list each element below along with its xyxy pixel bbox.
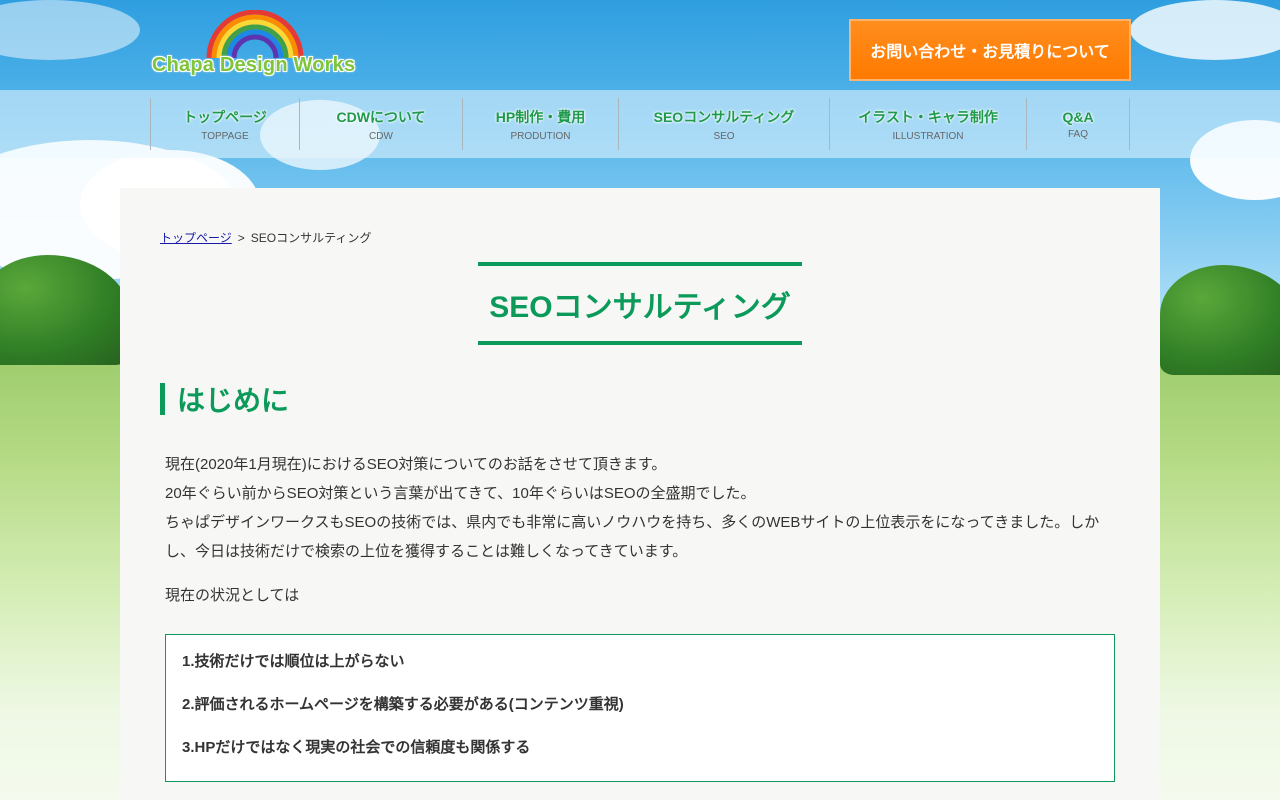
main-nav: トップページ TOPPAGE CDWについて CDW HP制作・費用 PRODU… — [150, 98, 1130, 150]
point-item: 2.評価されるホームページを構築する必要がある(コンテンツ重視) — [182, 696, 624, 713]
nav-item-sub: PRODUTION — [510, 130, 571, 142]
breadcrumb-current: SEOコンサルティング — [250, 231, 372, 245]
nav-item-cdw[interactable]: CDWについて CDW — [299, 98, 462, 150]
contact-estimate-button[interactable]: お問い合わせ・お見積りについて — [849, 19, 1131, 81]
nav-item-production[interactable]: HP制作・費用 PRODUTION — [462, 98, 618, 150]
nav-item-label: イラスト・キャラ制作 — [858, 108, 998, 125]
breadcrumb-home-link[interactable]: トップページ — [160, 231, 232, 245]
intro-line: 20年ぐらい前からSEO対策という言葉が出てきて、10年ぐらいはSEOの全盛期で… — [165, 485, 756, 502]
nav-item-sub: FAQ — [1067, 128, 1088, 140]
nav-item-label: Q&A — [1062, 108, 1094, 125]
point-item: 1.技術だけでは順位は上がらない — [182, 653, 405, 670]
points-box: 1.技術だけでは順位は上がらない 2.評価されるホームページを構築する必要がある… — [165, 634, 1115, 782]
rainbow-icon — [206, 10, 304, 59]
nav-item-label: SEOコンサルティング — [653, 108, 795, 125]
breadcrumb-separator: > — [237, 231, 245, 245]
section-heading: はじめに — [160, 383, 289, 416]
nav-item-sub: ILLUSTRATION — [892, 130, 964, 142]
nav-item-sub: CDW — [369, 130, 393, 142]
page-title: SEOコンサルティング — [489, 290, 791, 324]
breadcrumb: トップページ > SEOコンサルティング — [160, 229, 371, 246]
nav-item-toppage[interactable]: トップページ TOPPAGE — [150, 98, 299, 150]
intro-line: 現在(2020年1月現在)におけるSEO対策についてのお話をさせて頂きます。 — [165, 456, 667, 473]
nav-item-sub: TOPPAGE — [201, 130, 249, 142]
nav-item-faq[interactable]: Q&A FAQ — [1026, 98, 1130, 150]
nav-item-sub: SEO — [713, 130, 735, 142]
nav-item-label: トップページ — [183, 108, 267, 125]
intro-text: 現在(2020年1月現在)におけるSEO対策についてのお話をさせて頂きます。 2… — [165, 450, 1115, 566]
point-item: 3.HPだけではなく現実の社会での信頼度も関係する — [182, 739, 531, 756]
intro-line: ちゃぱデザインワークスもSEOの技術では、県内でも非常に高いノウハウを持ち、多く… — [165, 514, 1100, 560]
nav-item-label: CDWについて — [336, 108, 426, 125]
nav-item-label: HP制作・費用 — [495, 108, 586, 125]
nav-item-seo[interactable]: SEOコンサルティング SEO — [618, 98, 829, 150]
site-logo[interactable]: Chapa Design Works — [150, 8, 365, 82]
treeline — [1160, 265, 1280, 375]
section-heading-text: はじめに — [177, 385, 290, 416]
nav-item-illustration[interactable]: イラスト・キャラ制作 ILLUSTRATION — [829, 98, 1026, 150]
content-panel: トップページ > SEOコンサルティング SEOコンサルティング はじめに 現在(2… — [120, 188, 1160, 800]
logo-text: Chapa Design Works — [152, 54, 356, 76]
page-title-block: SEOコンサルティング — [478, 262, 802, 345]
status-lead: 現在の状況としては — [165, 587, 300, 604]
